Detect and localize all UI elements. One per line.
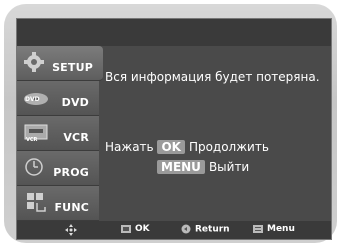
timer-icon: [25, 158, 43, 176]
continue-label: Продолжить: [188, 140, 269, 154]
return-icon: [181, 224, 191, 234]
continue-prompt: Нажать OK Продолжить: [105, 140, 269, 154]
menu-icon: [253, 224, 263, 233]
exit-prompt: MENU Выйти: [157, 160, 249, 174]
menu-hint: Menu: [253, 224, 295, 234]
press-label: Нажать: [105, 140, 154, 154]
ok-hint: OK: [121, 224, 150, 234]
sidebar-item-setup[interactable]: SETUP: [17, 46, 103, 81]
sidebar-item-label: VCR: [63, 131, 89, 144]
warning-text: Вся информация будет потеряна.: [105, 70, 320, 84]
sidebar-item-func[interactable]: FUNC: [17, 186, 99, 221]
sidebar-item-label: SETUP: [52, 61, 93, 74]
sidebar-item-prog[interactable]: PROG: [17, 151, 99, 186]
osd-screen: SETUP DVD DVD VCR VCR PROG FUNC Вся инфо…: [16, 18, 332, 240]
top-bar: [17, 19, 331, 46]
return-hint-label: Return: [195, 224, 230, 235]
gear-icon: [24, 52, 44, 72]
function-icon: [27, 193, 46, 212]
exit-label: Выйти: [208, 160, 250, 174]
ok-hint-label: OK: [135, 224, 150, 234]
sidebar-item-label: DVD: [61, 96, 89, 109]
directional-pad-icon: [65, 224, 77, 236]
sidebar-item-dvd[interactable]: DVD DVD: [17, 81, 99, 116]
svg-text:DVD: DVD: [25, 96, 40, 103]
svg-text:VCR: VCR: [26, 137, 38, 143]
ok-key[interactable]: OK: [157, 140, 185, 154]
dvd-icon: DVD: [24, 93, 48, 105]
menu-hint-label: Menu: [267, 224, 295, 234]
enter-icon: [121, 224, 131, 233]
message-panel: Вся информация будет потеряна. Нажать OK…: [105, 46, 331, 222]
sidebar-item-label: FUNC: [54, 201, 89, 214]
return-hint: Return: [181, 224, 230, 235]
vcr-icon: VCR: [24, 124, 48, 143]
navigate-hint: [65, 224, 81, 236]
sidebar-item-vcr[interactable]: VCR VCR: [17, 116, 99, 151]
sidebar: SETUP DVD DVD VCR VCR PROG FUNC: [17, 46, 103, 222]
footer-bar: OK Return Menu: [17, 221, 331, 239]
menu-key[interactable]: MENU: [157, 160, 205, 174]
sidebar-item-label: PROG: [53, 166, 89, 179]
